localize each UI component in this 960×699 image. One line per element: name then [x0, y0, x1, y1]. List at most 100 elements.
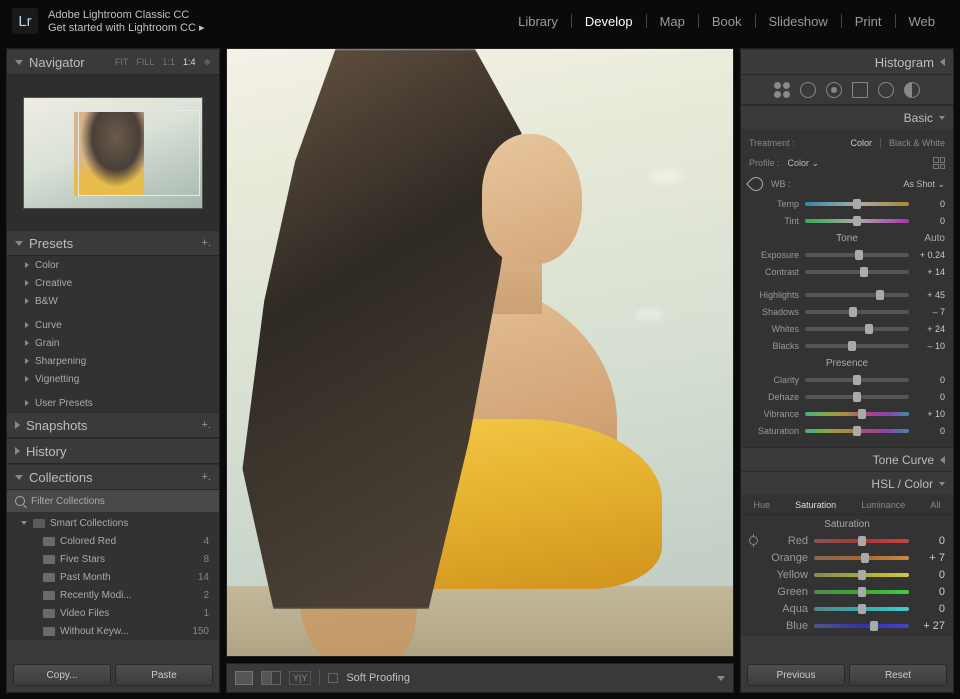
- profile-browser-icon[interactable]: [933, 157, 945, 169]
- navigator-crop-rect[interactable]: [78, 110, 200, 196]
- nav-fill[interactable]: FILL: [136, 57, 154, 68]
- highlights-slider[interactable]: [805, 293, 909, 297]
- collection-item[interactable]: Video Files1: [7, 604, 219, 622]
- hsl-red-value[interactable]: 0: [915, 535, 945, 547]
- shadows-value[interactable]: – 7: [915, 307, 945, 317]
- toolbar-dropdown-icon[interactable]: [717, 676, 725, 681]
- hsl-blue-slider[interactable]: [814, 624, 909, 628]
- snapshots-header[interactable]: Snapshots +.: [7, 412, 219, 438]
- module-web[interactable]: Web: [896, 14, 949, 29]
- redeye-tool-icon[interactable]: [826, 82, 842, 98]
- nav-1-1[interactable]: 1:1: [162, 57, 175, 68]
- whites-value[interactable]: + 24: [915, 324, 945, 334]
- exposure-value[interactable]: + 0.24: [915, 250, 945, 260]
- hsl-yellow-slider[interactable]: [814, 573, 909, 577]
- image-view[interactable]: [226, 48, 734, 657]
- exposure-slider[interactable]: [805, 253, 909, 257]
- histogram-header[interactable]: Histogram: [741, 49, 953, 75]
- basic-header[interactable]: Basic: [741, 105, 953, 129]
- radial-filter-icon[interactable]: [878, 82, 894, 98]
- preset-group[interactable]: Grain: [7, 334, 219, 352]
- hsl-yellow-value[interactable]: 0: [915, 569, 945, 581]
- graduated-filter-icon[interactable]: [852, 82, 868, 98]
- nav-1-4[interactable]: 1:4: [183, 57, 196, 68]
- before-after-lr-icon[interactable]: [261, 671, 281, 685]
- navigator-preview[interactable]: [7, 75, 219, 230]
- module-slideshow[interactable]: Slideshow: [756, 14, 841, 29]
- hsl-tab-all[interactable]: All: [930, 500, 940, 510]
- add-preset-icon[interactable]: +.: [202, 237, 211, 249]
- treatment-bw[interactable]: Black & White: [889, 138, 945, 148]
- temp-slider[interactable]: [805, 202, 909, 206]
- module-print[interactable]: Print: [842, 14, 895, 29]
- temp-value[interactable]: 0: [915, 199, 945, 209]
- vibrance-value[interactable]: + 10: [915, 409, 945, 419]
- clarity-slider[interactable]: [805, 378, 909, 382]
- hsl-aqua-slider[interactable]: [814, 607, 909, 611]
- module-book[interactable]: Book: [699, 14, 755, 29]
- hsl-orange-value[interactable]: + 7: [915, 552, 945, 564]
- preset-group[interactable]: Sharpening: [7, 352, 219, 370]
- hsl-orange-slider[interactable]: [814, 556, 909, 560]
- blacks-slider[interactable]: [805, 344, 909, 348]
- hsl-blue-value[interactable]: + 27: [915, 620, 945, 632]
- whites-slider[interactable]: [805, 327, 909, 331]
- hsl-green-slider[interactable]: [814, 590, 909, 594]
- preset-group[interactable]: B&W: [7, 292, 219, 310]
- preset-group[interactable]: User Presets: [7, 394, 219, 412]
- tint-slider[interactable]: [805, 219, 909, 223]
- smart-collections-folder[interactable]: Smart Collections: [7, 514, 219, 532]
- vibrance-slider[interactable]: [805, 412, 909, 416]
- target-adjust-icon[interactable]: [749, 536, 758, 545]
- navigator-header[interactable]: Navigator FIT FILL 1:1 1:4 ≑: [7, 49, 219, 75]
- before-after-yy-icon[interactable]: Y|Y: [289, 671, 311, 685]
- collection-item[interactable]: Past Month14: [7, 568, 219, 586]
- hsl-green-value[interactable]: 0: [915, 586, 945, 598]
- previous-button[interactable]: Previous: [747, 664, 845, 686]
- add-snapshot-icon[interactable]: +.: [202, 419, 211, 431]
- nav-zoom-dropdown-icon[interactable]: ≑: [203, 57, 211, 68]
- module-library[interactable]: Library: [505, 14, 571, 29]
- adjustment-brush-icon[interactable]: [904, 82, 920, 98]
- hsl-aqua-value[interactable]: 0: [915, 603, 945, 615]
- history-header[interactable]: History: [7, 438, 219, 464]
- hsl-tab-luminance[interactable]: Luminance: [861, 500, 905, 510]
- wb-eyedropper-icon[interactable]: [746, 174, 766, 194]
- contrast-value[interactable]: + 14: [915, 267, 945, 277]
- wb-dropdown[interactable]: As Shot ⌄: [903, 179, 945, 190]
- copy-button[interactable]: Copy...: [13, 664, 111, 686]
- shadows-slider[interactable]: [805, 310, 909, 314]
- paste-button[interactable]: Paste: [115, 664, 213, 686]
- hsl-tab-hue[interactable]: Hue: [754, 500, 771, 510]
- collections-header[interactable]: Collections +.: [7, 464, 219, 490]
- collection-item[interactable]: Recently Modi...2: [7, 586, 219, 604]
- hsl-tab-saturation[interactable]: Saturation: [795, 500, 836, 510]
- module-develop[interactable]: Develop: [572, 14, 646, 29]
- brand-link[interactable]: Get started with Lightroom CC ▸: [48, 21, 205, 34]
- collection-item[interactable]: Five Stars8: [7, 550, 219, 568]
- spot-removal-icon[interactable]: [800, 82, 816, 98]
- hsl-header[interactable]: HSL / Color: [741, 471, 953, 495]
- dehaze-slider[interactable]: [805, 395, 909, 399]
- treatment-color[interactable]: Color: [850, 138, 872, 148]
- preset-group[interactable]: Curve: [7, 316, 219, 334]
- contrast-slider[interactable]: [805, 270, 909, 274]
- preset-group[interactable]: Creative: [7, 274, 219, 292]
- preset-group[interactable]: Color: [7, 256, 219, 274]
- profile-dropdown[interactable]: Color ⌄: [788, 158, 820, 169]
- saturation-value[interactable]: 0: [915, 426, 945, 436]
- tint-value[interactable]: 0: [915, 216, 945, 226]
- collections-filter[interactable]: Filter Collections: [7, 490, 219, 512]
- presets-header[interactable]: Presets +.: [7, 230, 219, 256]
- collection-item[interactable]: Without Keyw...150: [7, 622, 219, 640]
- nav-fit[interactable]: FIT: [115, 57, 129, 68]
- collection-item[interactable]: Colored Red4: [7, 532, 219, 550]
- dehaze-value[interactable]: 0: [915, 392, 945, 402]
- saturation-slider[interactable]: [805, 429, 909, 433]
- auto-tone-button[interactable]: Auto: [924, 233, 945, 244]
- blacks-value[interactable]: – 10: [915, 341, 945, 351]
- loupe-view-icon[interactable]: [235, 671, 253, 685]
- clarity-value[interactable]: 0: [915, 375, 945, 385]
- reset-button[interactable]: Reset: [849, 664, 947, 686]
- tone-curve-header[interactable]: Tone Curve: [741, 447, 953, 471]
